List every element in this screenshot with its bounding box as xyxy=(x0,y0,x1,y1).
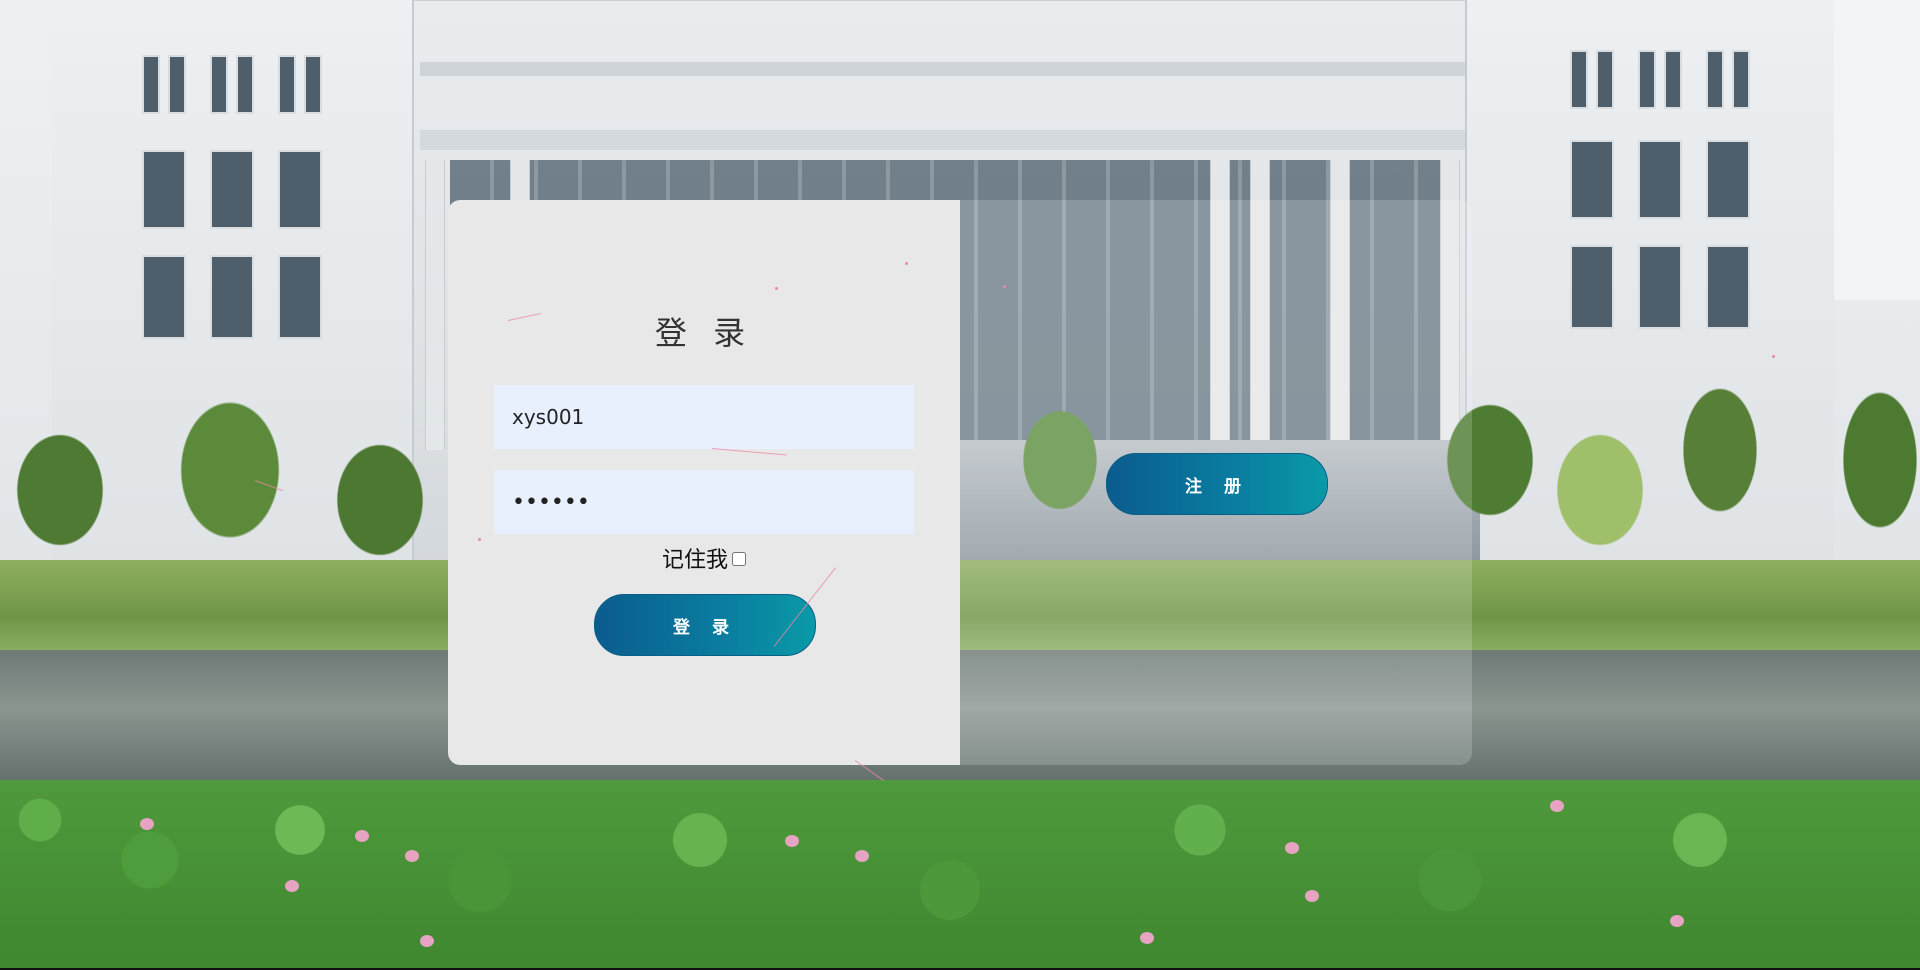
sky xyxy=(1830,0,1920,300)
building-window xyxy=(1638,245,1682,329)
lotus-flower xyxy=(855,850,869,862)
auth-container: 注 册 登 录 记住我 登 录 xyxy=(448,200,1472,765)
particle xyxy=(1003,285,1006,288)
building-window xyxy=(236,55,254,114)
lotus-flower xyxy=(1140,932,1154,944)
building-window xyxy=(1664,50,1682,109)
username-input[interactable] xyxy=(494,385,914,449)
building-window xyxy=(168,55,186,114)
login-title: 登 录 xyxy=(654,314,754,352)
building-window xyxy=(1570,140,1614,219)
lotus-flower xyxy=(420,935,434,947)
register-button[interactable]: 注 册 xyxy=(1106,453,1328,515)
building-window xyxy=(142,255,186,339)
lotus-flower xyxy=(1550,800,1564,812)
building-window xyxy=(1570,245,1614,329)
login-button[interactable]: 登 录 xyxy=(594,594,816,656)
building-window xyxy=(1706,140,1750,219)
login-panel: 登 录 记住我 登 录 xyxy=(448,200,960,765)
building-window xyxy=(278,55,296,114)
building-window xyxy=(1706,245,1750,329)
lotus-flower xyxy=(140,818,154,830)
building-window xyxy=(142,55,160,114)
building-window xyxy=(1570,50,1588,109)
particle xyxy=(905,262,908,265)
building-window xyxy=(1638,140,1682,219)
remember-me: 记住我 xyxy=(448,542,960,574)
lotus-flower xyxy=(1305,890,1319,902)
building-window xyxy=(304,55,322,114)
building-window xyxy=(1638,50,1656,109)
lotus-flower xyxy=(1670,915,1684,927)
building-window xyxy=(210,55,228,114)
building-cornice xyxy=(420,130,1465,150)
lotus-flower xyxy=(355,830,369,842)
lotus-leaves xyxy=(0,780,1920,970)
building-window xyxy=(278,150,322,229)
password-input[interactable] xyxy=(494,470,914,534)
lotus-flower xyxy=(785,835,799,847)
building-window xyxy=(1596,50,1614,109)
lotus-flower xyxy=(1285,842,1299,854)
building-window xyxy=(210,255,254,339)
building-window xyxy=(210,150,254,229)
building-cornice xyxy=(420,62,1465,76)
building-window xyxy=(278,255,322,339)
remember-me-label: 记住我 xyxy=(661,548,728,573)
building-window xyxy=(142,150,186,229)
building-window xyxy=(1732,50,1750,109)
lotus-flower xyxy=(285,880,299,892)
particle xyxy=(1772,355,1775,358)
building-window xyxy=(1706,50,1724,109)
particle xyxy=(478,538,481,541)
remember-me-checkbox[interactable] xyxy=(732,552,746,566)
lotus-flower xyxy=(405,850,419,862)
particle xyxy=(775,287,778,290)
